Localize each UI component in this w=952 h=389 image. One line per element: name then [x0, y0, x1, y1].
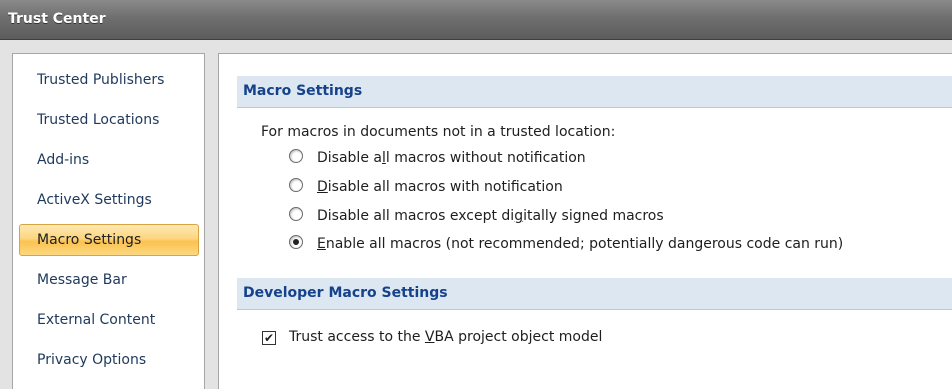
sidebar-item-label: Message Bar — [37, 272, 127, 288]
sidebar-nav: Trusted Publishers Trusted Locations Add… — [12, 53, 205, 389]
sidebar-item-label: Trusted Publishers — [37, 72, 165, 88]
radio-disable-except-signed[interactable]: Disable all macros except digitally sign… — [289, 205, 664, 227]
radio-disable-all-no-notification[interactable]: Disable all macros without notification — [289, 147, 586, 169]
title-bar: Trust Center — [0, 0, 952, 40]
settings-panel: Macro Settings For macros in documents n… — [218, 53, 952, 389]
sidebar-item-label: Add-ins — [37, 152, 90, 168]
radio-disable-all-with-notification[interactable]: Disable all macros with notification — [289, 176, 563, 198]
sidebar-item-trusted-locations[interactable]: Trusted Locations — [19, 105, 199, 137]
radio-enable-all-macros[interactable]: Enable all macros (not recommended; pote… — [289, 233, 843, 255]
radio-button[interactable] — [289, 149, 303, 163]
sidebar-item-add-ins[interactable]: Add-ins — [19, 145, 199, 177]
sidebar-item-label: Privacy Options — [37, 352, 147, 368]
trust-vba-access-option[interactable]: ✔ Trust access to the VBA project object … — [262, 326, 602, 348]
trust-vba-checkbox[interactable]: ✔ — [262, 331, 276, 345]
sidebar-item-trusted-publishers[interactable]: Trusted Publishers — [19, 65, 199, 97]
developer-macro-settings-header: Developer Macro Settings — [237, 278, 952, 310]
macro-settings-header: Macro Settings — [237, 76, 952, 108]
sidebar-item-activex-settings[interactable]: ActiveX Settings — [19, 185, 199, 217]
window-title: Trust Center — [8, 11, 106, 27]
sidebar-item-label: ActiveX Settings — [37, 192, 152, 208]
radio-button[interactable] — [289, 207, 303, 221]
macro-settings-intro: For macros in documents not in a trusted… — [261, 124, 616, 140]
radio-button[interactable] — [289, 178, 303, 192]
sidebar-item-label: Macro Settings — [37, 232, 142, 248]
radio-button-selected[interactable] — [289, 235, 303, 249]
sidebar-item-label: Trusted Locations — [37, 112, 160, 128]
sidebar-item-external-content[interactable]: External Content — [19, 305, 199, 337]
sidebar-item-label: External Content — [37, 312, 156, 328]
sidebar-item-macro-settings[interactable]: Macro Settings — [19, 224, 199, 256]
sidebar-item-privacy-options[interactable]: Privacy Options — [19, 345, 199, 377]
sidebar-item-message-bar[interactable]: Message Bar — [19, 265, 199, 297]
